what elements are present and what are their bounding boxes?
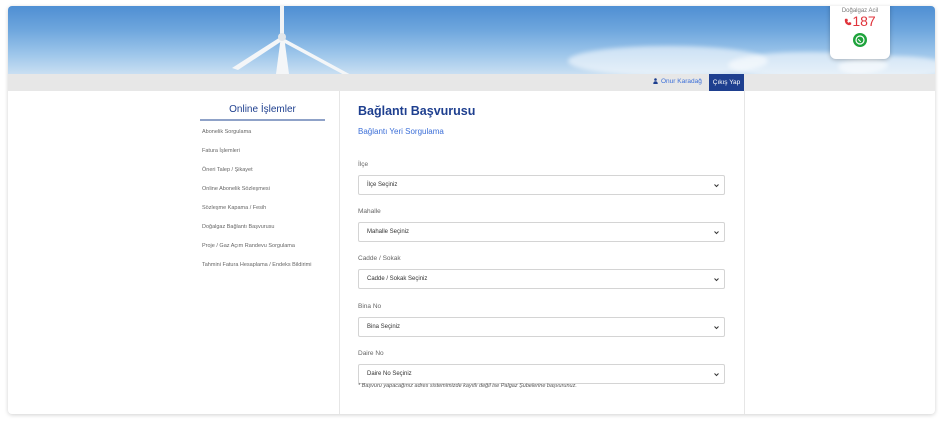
sidebar: Online İşlemler Abonelik Sorgulama Fatur… <box>200 104 325 281</box>
chevron-down-icon <box>714 373 719 377</box>
user-bar: Onur Karadağ Çıkış Yap <box>8 74 935 91</box>
sidebar-menu: Abonelik Sorgulama Fatura İşlemleri Öner… <box>200 129 325 269</box>
emergency-phone-link[interactable]: 187 <box>830 14 890 28</box>
sidebar-item-online-abonelik-sozlesmesi[interactable]: Online Abonelik Sözleşmesi <box>200 186 325 193</box>
mahalle-select-value: Mahalle Seçiniz <box>367 229 410 235</box>
wind-turbine-image <box>232 6 350 74</box>
chevron-down-icon <box>714 278 719 282</box>
chevron-down-icon <box>714 326 719 330</box>
content-divider-left <box>339 91 340 414</box>
mahalle-select[interactable]: Mahalle Seçiniz <box>358 222 725 242</box>
ilce-select[interactable]: İlçe Seçiniz <box>358 175 725 195</box>
cadde-sokak-select-value: Cadde / Sokak Seçiniz <box>367 276 428 282</box>
sidebar-item-tahmini-fatura[interactable]: Tahmini Fatura Hesaplama / Endeks Bildir… <box>200 262 325 269</box>
header-banner: Doğalgaz Acil 187 <box>8 6 935 74</box>
emergency-contact-box: Doğalgaz Acil 187 <box>830 6 890 59</box>
ilce-label: İlçe <box>358 161 369 168</box>
chevron-down-icon <box>714 231 719 235</box>
address-note: * Başvuru yapacağınız adres sistemimizde… <box>358 383 577 389</box>
sidebar-item-sozlesme-kapama[interactable]: Sözleşme Kapama / Fesih <box>200 205 325 212</box>
whatsapp-icon[interactable] <box>853 33 867 47</box>
user-account-link[interactable]: Onur Karadağ <box>653 78 702 85</box>
cadde-sokak-select[interactable]: Cadde / Sokak Seçiniz <box>358 269 725 289</box>
bina-no-select-value: Bina Seçiniz <box>367 324 401 330</box>
mahalle-label: Mahalle <box>358 208 381 215</box>
sidebar-item-abonelik-sorgulama[interactable]: Abonelik Sorgulama <box>200 129 325 136</box>
sidebar-item-fatura-islemleri[interactable]: Fatura İşlemleri <box>200 148 325 155</box>
sidebar-title: Online İşlemler <box>200 104 325 121</box>
ilce-select-value: İlçe Seçiniz <box>367 182 398 188</box>
sidebar-item-baglanti-basvurusu[interactable]: Doğalgaz Bağlantı Başvurusu <box>200 224 325 231</box>
sidebar-item-oneri-talep-sikayet[interactable]: Öneri Talep / Şikayet <box>200 167 325 174</box>
cadde-sokak-label: Cadde / Sokak <box>358 255 401 262</box>
daire-no-label: Daire No <box>358 350 384 357</box>
daire-no-select[interactable]: Daire No Seçiniz <box>358 364 725 384</box>
logout-button[interactable]: Çıkış Yap <box>709 74 744 91</box>
sidebar-item-randevu-sorgulama[interactable]: Proje / Gaz Açım Randevu Sorgulama <box>200 243 325 250</box>
person-icon <box>653 78 658 84</box>
daire-no-select-value: Daire No Seçiniz <box>367 371 412 377</box>
page-frame: Doğalgaz Acil 187 Onur Karadağ Çıkış Yap <box>8 6 935 414</box>
address-form: İlçe İlçe Seçiniz Mahalle Mahalle Seçini… <box>358 104 725 404</box>
bina-no-select[interactable]: Bina Seçiniz <box>358 317 725 337</box>
user-name: Onur Karadağ <box>661 78 702 85</box>
main-content: Bağlantı Başvurusu Bağlantı Yeri Sorgula… <box>358 104 725 389</box>
content-divider-right <box>744 91 745 414</box>
chevron-down-icon <box>714 184 719 188</box>
emergency-number: 187 <box>852 13 876 29</box>
bina-no-label: Bina No <box>358 303 382 310</box>
